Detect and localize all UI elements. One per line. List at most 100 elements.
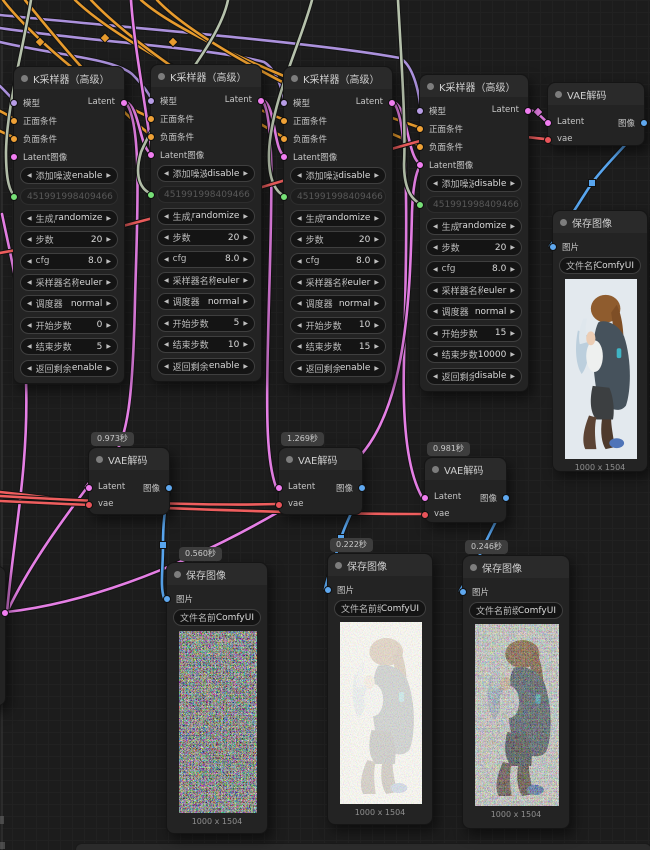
widget-decrement-icon[interactable]: ◀: [25, 172, 34, 179]
output-slot-image[interactable]: [165, 484, 173, 492]
input-slot-model[interactable]: [416, 107, 424, 115]
node-title-bar[interactable]: 保存图像: [167, 563, 267, 585]
widget-decrement-icon[interactable]: ◀: [162, 234, 171, 241]
output-slot-latent[interactable]: [257, 97, 265, 105]
input-slot-model[interactable]: [147, 97, 155, 105]
widget-start-at-step[interactable]: ◀开始步数15▶: [426, 325, 522, 342]
output-slot-image[interactable]: [358, 484, 366, 492]
widget-decrement-icon[interactable]: ◀: [295, 343, 304, 350]
widget-steps[interactable]: ◀步数20▶: [426, 239, 522, 256]
collapse-dot-icon[interactable]: [158, 73, 165, 80]
widget-start-at-step[interactable]: ◀开始步数0▶: [20, 317, 118, 334]
widget-decrement-icon[interactable]: ◀: [295, 279, 304, 286]
widget-sampler-name[interactable]: ◀采样器名称euler▶: [426, 282, 522, 299]
widget-decrement-icon[interactable]: ◀: [295, 236, 304, 243]
widget-add-noise[interactable]: ◀添加噪波enable▶: [20, 167, 118, 184]
collapse-dot-icon[interactable]: [470, 564, 477, 571]
widget-decrement-icon[interactable]: ◀: [25, 300, 34, 307]
node-title-bar[interactable]: 保存图像: [328, 554, 432, 576]
collapse-dot-icon[interactable]: [335, 562, 342, 569]
widget-decrement-icon[interactable]: ◀: [25, 343, 34, 350]
widget-increment-icon[interactable]: ▶: [241, 320, 250, 327]
widget-steps[interactable]: ◀步数20▶: [290, 231, 386, 248]
widget-cfg[interactable]: ◀cfg8.0▶: [290, 253, 386, 270]
input-slot-vae[interactable]: [421, 511, 429, 519]
input-slot-seed[interactable]: [280, 193, 288, 201]
output-slot-latent[interactable]: [388, 99, 396, 107]
widget-decrement-icon[interactable]: ◀: [25, 215, 34, 222]
widget-decrement-icon[interactable]: ◀: [295, 322, 304, 329]
reroute-diamond-dot[interactable]: [35, 37, 45, 47]
widget-increment-icon[interactable]: ▶: [104, 300, 113, 307]
input-slot-positive[interactable]: [10, 117, 18, 125]
widget-seed[interactable]: 随机种451991998409466: [290, 188, 386, 205]
widget-increment-icon[interactable]: ▶: [508, 180, 517, 187]
widget-increment-icon[interactable]: ▶: [508, 287, 517, 294]
widget-increment-icon[interactable]: ▶: [241, 170, 250, 177]
input-slot-seed[interactable]: [147, 191, 155, 199]
widget-increment-icon[interactable]: ▶: [372, 343, 381, 350]
widget-increment-icon[interactable]: ▶: [104, 258, 113, 265]
widget-add-noise[interactable]: ◀添加噪波disable▶: [290, 167, 386, 184]
output-slot-image[interactable]: [640, 119, 648, 127]
input-slot-images[interactable]: [163, 595, 171, 603]
widget-scheduler[interactable]: ◀调度器normal▶: [290, 295, 386, 312]
collapse-dot-icon[interactable]: [555, 91, 562, 98]
widget-increment-icon[interactable]: ▶: [372, 322, 381, 329]
widget-increment-icon[interactable]: ▶: [241, 363, 250, 370]
widget-increment-icon[interactable]: ▶: [508, 351, 517, 358]
input-slot-samples[interactable]: [544, 119, 552, 127]
widget-decrement-icon[interactable]: ◀: [25, 365, 34, 372]
reroute-diamond-dot[interactable]: [533, 107, 543, 117]
input-slot-model[interactable]: [10, 99, 18, 107]
node-vae-decode-top[interactable]: VAE解码Latentvae图像: [547, 82, 645, 146]
widget-add-noise[interactable]: ◀添加噪波disable▶: [426, 175, 522, 192]
widget-decrement-icon[interactable]: ◀: [162, 170, 171, 177]
node-title-bar[interactable]: K采样器（高级）: [284, 67, 392, 89]
widget-increment-icon[interactable]: ▶: [508, 244, 517, 251]
widget-increment-icon[interactable]: ▶: [104, 322, 113, 329]
reroute-diamond-dot[interactable]: [100, 33, 110, 43]
widget-increment-icon[interactable]: ▶: [508, 330, 517, 337]
widget-increment-icon[interactable]: ▶: [241, 277, 250, 284]
widget-decrement-icon[interactable]: ◀: [431, 330, 440, 337]
widget-decrement-icon[interactable]: ◀: [25, 258, 34, 265]
widget-decrement-icon[interactable]: ◀: [431, 180, 440, 187]
widget-control-after-generate[interactable]: ◀生成后控制randomize▶: [157, 208, 255, 225]
widget-control-after-generate[interactable]: ◀生成后控制randomize▶: [20, 210, 118, 227]
widget-control-after-generate[interactable]: ◀生成后控制randomize▶: [426, 218, 522, 235]
widget-decrement-icon[interactable]: ◀: [162, 341, 171, 348]
node-canvas[interactable]: K采样器（高级）模型正面条件负面条件Latent图像Latent◀添加噪波ena…: [0, 0, 650, 850]
node-title-bar[interactable]: VAE解码: [279, 448, 362, 470]
node-title-bar[interactable]: VAE解码: [425, 458, 506, 480]
widget-add-noise[interactable]: ◀添加噪波disable▶: [157, 165, 255, 182]
widget-end-at-step[interactable]: ◀结束步数15▶: [290, 338, 386, 355]
widget-decrement-icon[interactable]: ◀: [162, 277, 171, 284]
widget-increment-icon[interactable]: ▶: [241, 341, 250, 348]
input-slot-samples[interactable]: [85, 484, 93, 492]
node-save-image-1[interactable]: 0.560秒保存图像图片文件名前缀ComfyUI1000 x 1504: [166, 562, 268, 834]
reroute-diamond-dot[interactable]: [168, 37, 178, 47]
widget-end-at-step[interactable]: ◀结束步数10000▶: [426, 346, 522, 363]
collapse-dot-icon[interactable]: [291, 75, 298, 82]
widget-decrement-icon[interactable]: ◀: [431, 266, 440, 273]
widget-increment-icon[interactable]: ▶: [372, 215, 381, 222]
widget-decrement-icon[interactable]: ◀: [431, 373, 440, 380]
input-slot-samples[interactable]: [275, 484, 283, 492]
image-preview[interactable]: [475, 624, 559, 806]
input-slot-negative[interactable]: [10, 135, 18, 143]
reroute-square-dot[interactable]: [160, 542, 167, 549]
widget-end-at-step[interactable]: ◀结束步数10▶: [157, 336, 255, 353]
collapse-dot-icon[interactable]: [21, 75, 28, 82]
node-save-image-top[interactable]: 保存图像图片文件名前缀ComfyUI1000 x 1504: [552, 210, 648, 472]
widget-decrement-icon[interactable]: ◀: [295, 215, 304, 222]
input-slot-vae[interactable]: [85, 501, 93, 509]
image-preview[interactable]: [179, 631, 257, 813]
widget-increment-icon[interactable]: ▶: [372, 300, 381, 307]
widget-increment-icon[interactable]: ▶: [104, 279, 113, 286]
node-ksampler-3[interactable]: K采样器（高级）模型正面条件负面条件Latent图像Latent◀添加噪波dis…: [283, 66, 393, 384]
input-slot-images[interactable]: [459, 588, 467, 596]
input-slot-images[interactable]: [549, 243, 557, 251]
node-vae-decode-2[interactable]: 1.269秒VAE解码Latentvae图像: [278, 447, 363, 515]
widget-increment-icon[interactable]: ▶: [241, 298, 250, 305]
